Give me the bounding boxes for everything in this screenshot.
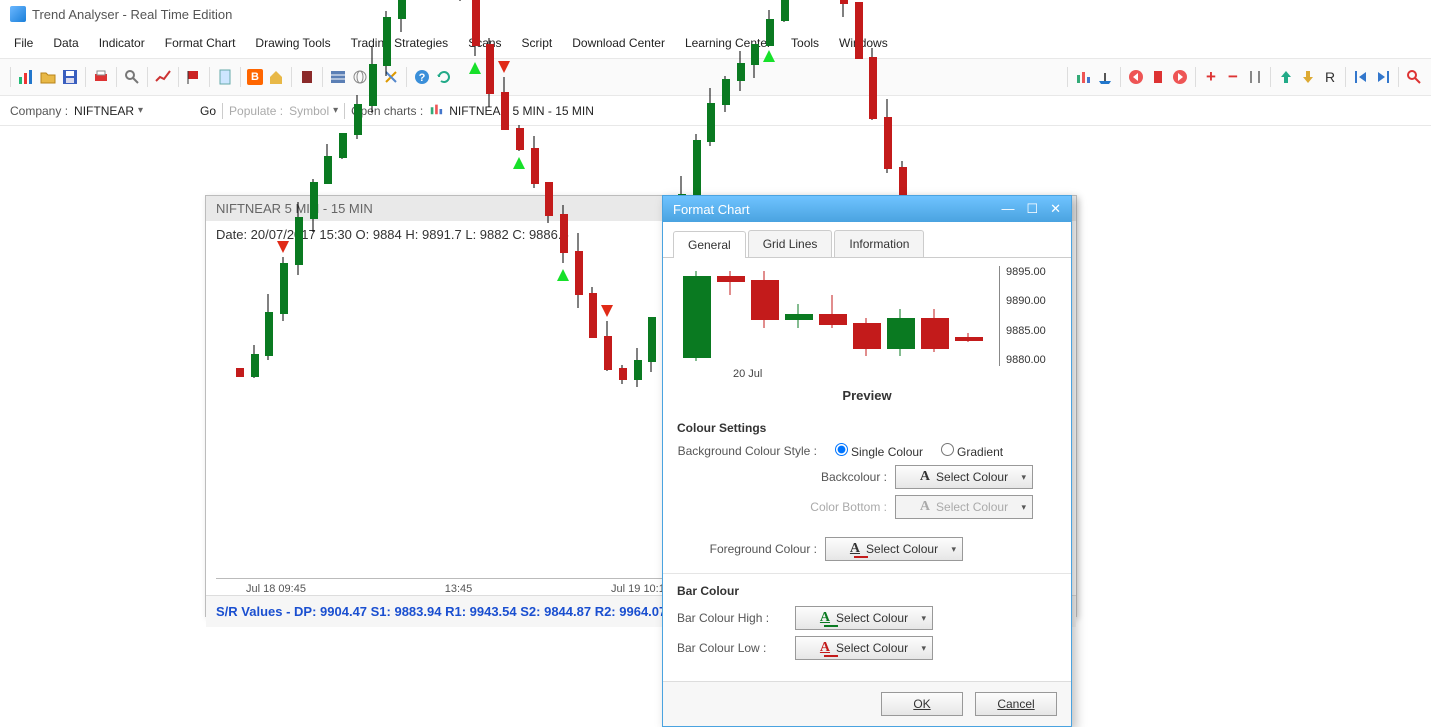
- bar-high-select[interactable]: ASelect Colour: [795, 606, 933, 630]
- dialog-preview: 9895.00 9890.00 9885.00 9880.00 20 Jul: [673, 266, 1061, 366]
- y-tick: 9880.00: [1006, 354, 1061, 366]
- goto-start-icon[interactable]: [1352, 68, 1370, 86]
- forward-icon[interactable]: [1171, 68, 1189, 86]
- menu-tools[interactable]: Tools: [781, 30, 829, 56]
- r-label[interactable]: R: [1321, 68, 1339, 86]
- menu-download-center[interactable]: Download Center: [562, 30, 675, 56]
- y-tick: 9890.00: [1006, 295, 1061, 307]
- dialog-title: Format Chart: [673, 202, 750, 217]
- backcolour-select[interactable]: ASelect Colour: [895, 465, 1033, 489]
- help-icon[interactable]: ?: [413, 68, 431, 86]
- minus-icon[interactable]: −: [1224, 68, 1242, 86]
- back-icon[interactable]: [1127, 68, 1145, 86]
- backcolour-label: Backcolour :: [677, 470, 887, 484]
- flag-red-icon[interactable]: [185, 68, 203, 86]
- cancel-button[interactable]: Cancel: [975, 692, 1057, 716]
- vline-icon[interactable]: [1246, 68, 1264, 86]
- up-arrow-icon[interactable]: [1277, 68, 1295, 86]
- menu-data[interactable]: Data: [43, 30, 88, 56]
- bg-style-label: Background Colour Style :: [677, 444, 817, 458]
- tools-icon[interactable]: [382, 68, 400, 86]
- radio-single-colour[interactable]: Single Colour: [825, 443, 923, 459]
- menu-scans[interactable]: Scans: [458, 30, 511, 56]
- tab-general[interactable]: General: [673, 231, 746, 258]
- colour-settings-section: Colour Settings Background Colour Style …: [663, 411, 1071, 573]
- menu-drawing-tools[interactable]: Drawing Tools: [245, 30, 340, 56]
- menu-bar: File Data Indicator Format Chart Drawing…: [0, 28, 1431, 58]
- foreground-select[interactable]: ASelect Colour: [825, 537, 963, 561]
- options-bar: Company : NIFTNEAR Go Populate : Symbol …: [0, 96, 1431, 126]
- bar-low-label: Bar Colour Low :: [677, 641, 787, 655]
- menu-windows[interactable]: Windows: [829, 30, 898, 56]
- ok-button[interactable]: OK: [881, 692, 963, 716]
- preview-label: Preview: [663, 370, 1071, 411]
- go-button[interactable]: Go: [200, 104, 216, 118]
- foreground-label: Foreground Colour :: [677, 542, 817, 556]
- trend-icon[interactable]: [154, 68, 172, 86]
- refresh-icon[interactable]: [435, 68, 453, 86]
- x-tick: 13:45: [445, 583, 473, 595]
- open-icon[interactable]: [39, 68, 57, 86]
- doc-icon[interactable]: [216, 68, 234, 86]
- print-icon[interactable]: [92, 68, 110, 86]
- symbol-dropdown[interactable]: Symbol: [289, 104, 338, 118]
- minimize-icon[interactable]: —: [1001, 201, 1014, 217]
- title-bar: Trend Analyser - Real Time Edition: [0, 0, 1431, 28]
- globe-icon[interactable]: [351, 68, 369, 86]
- bar-low-select[interactable]: ASelect Colour: [795, 636, 933, 660]
- dialog-title-bar[interactable]: Format Chart — ☐ ✕: [663, 196, 1071, 222]
- radio-gradient[interactable]: Gradient: [931, 443, 1003, 459]
- list-icon[interactable]: [329, 68, 347, 86]
- colour-settings-header: Colour Settings: [677, 421, 1057, 435]
- preview-x-tick: 20 Jul: [733, 368, 762, 380]
- tab-grid-lines[interactable]: Grid Lines: [748, 230, 833, 257]
- zoom-icon[interactable]: [123, 68, 141, 86]
- svg-text:?: ?: [419, 72, 426, 84]
- marker-icon[interactable]: [1149, 68, 1167, 86]
- app-icon: [10, 6, 26, 22]
- bar-high-label: Bar Colour High :: [677, 611, 787, 625]
- populate-label: Populate :: [229, 104, 283, 118]
- toolbar: B ? + − R: [0, 58, 1431, 96]
- bar-colour-section: Bar Colour Bar Colour High : ASelect Col…: [663, 573, 1071, 672]
- menu-script[interactable]: Script: [512, 30, 563, 56]
- company-dropdown[interactable]: NIFTNEAR: [74, 104, 194, 118]
- x-tick: Jul 18 09:45: [246, 583, 306, 595]
- save-icon[interactable]: [61, 68, 79, 86]
- menu-format-chart[interactable]: Format Chart: [155, 30, 246, 56]
- open-charts-label: Open charts :: [351, 104, 423, 118]
- menu-file[interactable]: File: [4, 30, 43, 56]
- down-arrow-icon[interactable]: [1299, 68, 1317, 86]
- maximize-icon[interactable]: ☐: [1026, 201, 1038, 217]
- chart-mini-icon: [429, 102, 443, 119]
- menu-indicator[interactable]: Indicator: [89, 30, 155, 56]
- y-tick: 9885.00: [1006, 325, 1061, 337]
- color-bottom-label: Color Bottom :: [677, 500, 887, 514]
- app-window: Trend Analyser - Real Time Edition File …: [0, 0, 1431, 727]
- plus-icon[interactable]: +: [1202, 68, 1220, 86]
- zoom2-icon[interactable]: [1405, 68, 1423, 86]
- book-icon[interactable]: [298, 68, 316, 86]
- format-chart-dialog: Format Chart — ☐ ✕ General Grid Lines In…: [662, 195, 1072, 727]
- dialog-tabs: General Grid Lines Information: [663, 222, 1071, 258]
- company-label: Company :: [10, 104, 68, 118]
- tab-information[interactable]: Information: [834, 230, 924, 257]
- blog-icon[interactable]: B: [247, 69, 263, 85]
- menu-trading-strategies[interactable]: Trading Strategies: [341, 30, 459, 56]
- close-icon[interactable]: ✕: [1050, 201, 1061, 217]
- chart-icon[interactable]: [17, 68, 35, 86]
- bars-icon[interactable]: [1074, 68, 1092, 86]
- bar-colour-header: Bar Colour: [677, 584, 1057, 598]
- dialog-footer: OK Cancel: [663, 681, 1071, 726]
- goto-end-icon[interactable]: [1374, 68, 1392, 86]
- app-title: Trend Analyser - Real Time Edition: [32, 7, 232, 22]
- color-bottom-select: ASelect Colour: [895, 495, 1033, 519]
- ship-icon[interactable]: [1096, 68, 1114, 86]
- home-icon[interactable]: [267, 68, 285, 86]
- y-tick: 9895.00: [1006, 266, 1061, 278]
- open-chart-name[interactable]: NIFTNEAR 5 MIN - 15 MIN: [449, 104, 594, 118]
